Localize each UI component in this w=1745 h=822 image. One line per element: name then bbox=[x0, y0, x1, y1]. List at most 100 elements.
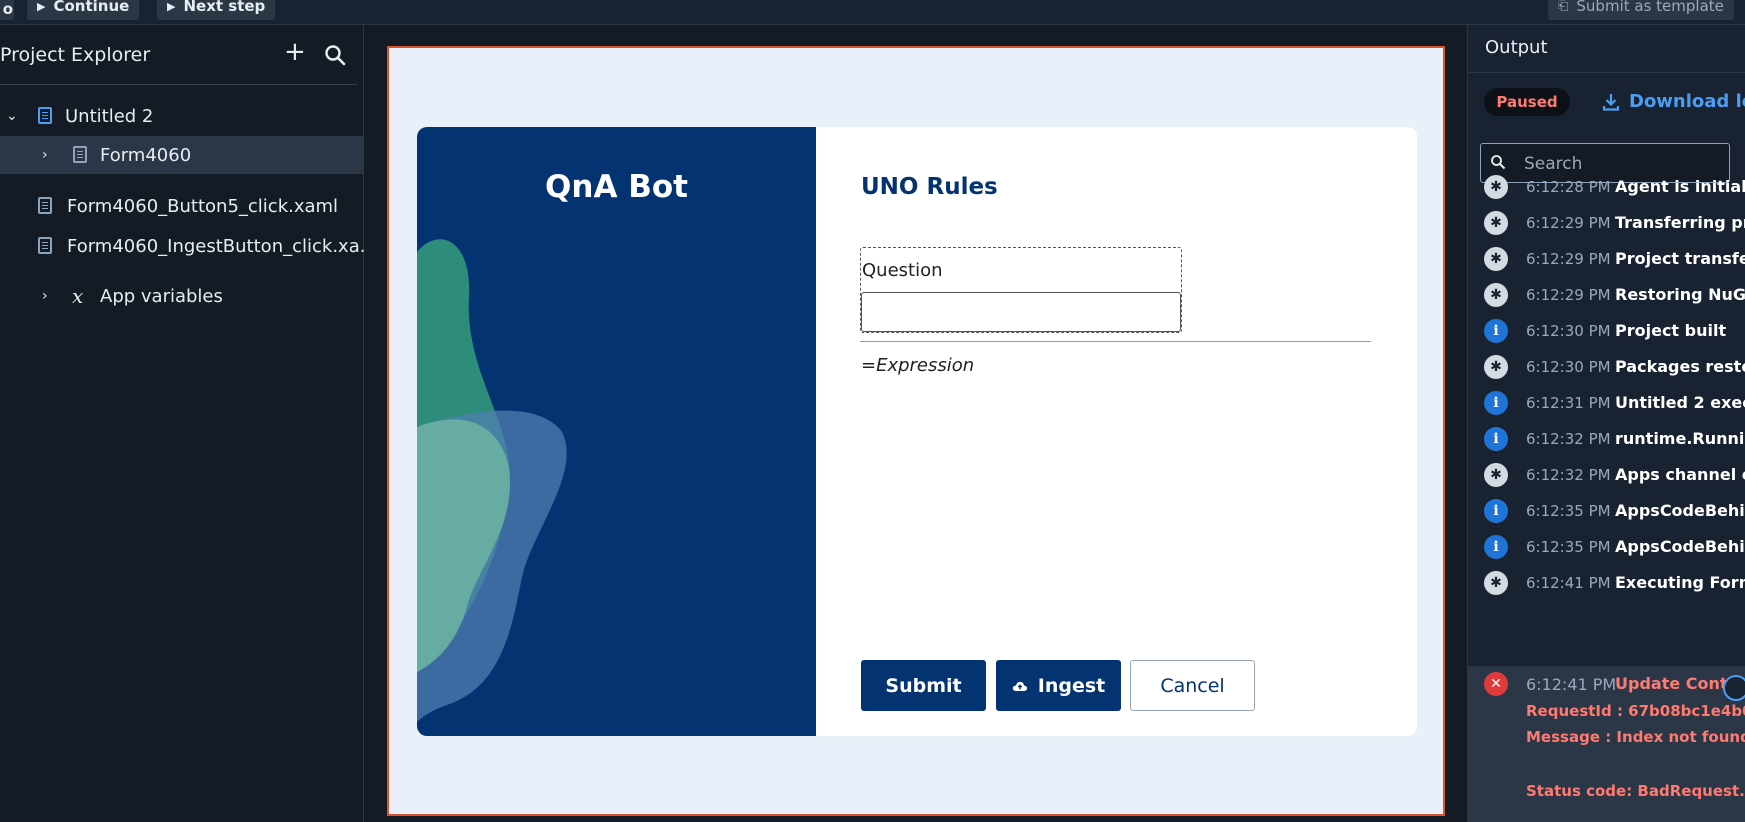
log-entry[interactable]: ✱ 6:12:29 PMTransferring pro... bbox=[1468, 205, 1745, 241]
log-entry[interactable]: ✱ 6:12:28 PMAgent is initializ... bbox=[1468, 169, 1745, 205]
log-entry[interactable]: i 6:12:35 PMAppsCodeBehin... bbox=[1468, 529, 1745, 565]
tree-item-form4060[interactable]: › Form4060 bbox=[0, 136, 364, 174]
explorer-divider bbox=[0, 84, 357, 85]
bug-icon: ✱ bbox=[1484, 463, 1508, 487]
bug-icon: ✱ bbox=[1484, 355, 1508, 379]
log-message: Transferring pro... bbox=[1615, 213, 1745, 232]
tree-item-button5-click[interactable]: Form4060_Button5_click.xaml bbox=[0, 187, 364, 225]
question-field-container[interactable]: Question bbox=[860, 247, 1182, 333]
log-message: Untitled 2 execu... bbox=[1615, 393, 1745, 412]
bug-icon: ✱ bbox=[1484, 211, 1508, 235]
log-entry[interactable]: i 6:12:30 PM Project built bbox=[1468, 313, 1745, 349]
next-step-label: Next step bbox=[183, 0, 266, 15]
log-time: 6:12:29 PM bbox=[1526, 250, 1611, 268]
log-entry[interactable]: ✱ 6:12:32 PMApps channel co... bbox=[1468, 457, 1745, 493]
output-divider bbox=[1468, 72, 1745, 73]
output-title: Output bbox=[1485, 37, 1548, 58]
output-panel: Output Paused Download log Search ✱6:12:… bbox=[1467, 25, 1745, 822]
question-input[interactable] bbox=[861, 292, 1181, 332]
form-canvas[interactable]: QnA Bot UNO Rules Question =Expression S… bbox=[387, 46, 1445, 816]
bug-icon: ✱ bbox=[1484, 283, 1508, 307]
log-time: 6:12:32 PM bbox=[1526, 466, 1611, 484]
log-message: Apps channel co... bbox=[1615, 465, 1745, 484]
ingest-button[interactable]: Ingest bbox=[996, 660, 1121, 711]
bug-icon: ✱ bbox=[1484, 247, 1508, 271]
toolbar-prev-button[interactable]: o bbox=[0, 0, 14, 20]
xaml-file-icon bbox=[38, 237, 52, 254]
log-entry[interactable]: i 6:12:32 PMruntime.Runnin... bbox=[1468, 421, 1745, 457]
search-icon[interactable] bbox=[324, 44, 346, 66]
designer-area: QnA Bot UNO Rules Question =Expression S… bbox=[365, 25, 1467, 822]
continue-label: Continue bbox=[53, 0, 130, 15]
submit-label: Submit bbox=[885, 674, 962, 697]
log-message: Agent is initializ... bbox=[1615, 177, 1745, 196]
expression-text: =Expression bbox=[861, 355, 975, 376]
log-time: 6:12:32 PM bbox=[1526, 430, 1611, 448]
continue-button[interactable]: ▶ Continue bbox=[27, 0, 140, 20]
cancel-button[interactable]: Cancel bbox=[1130, 660, 1255, 711]
xaml-file-icon bbox=[38, 197, 52, 214]
chevron-down-icon[interactable]: ⌄ bbox=[6, 108, 18, 124]
top-toolbar: o ▶ Continue ▶ Next step ⎗ Submit as tem… bbox=[0, 0, 1745, 25]
log-time: 6:12:30 PM bbox=[1526, 358, 1611, 376]
variable-icon: 𝑥 bbox=[72, 284, 84, 308]
log-message: AppsCodeBehin... bbox=[1615, 537, 1745, 556]
chevron-right-icon[interactable]: › bbox=[42, 288, 48, 304]
log-time: 6:12:30 PM bbox=[1526, 322, 1611, 340]
error-request-id: RequestId : 67b08bc1e4b00... bbox=[1526, 702, 1745, 720]
log-message: Executing Form... bbox=[1615, 573, 1745, 592]
info-icon: i bbox=[1484, 319, 1508, 343]
ingest-label: Ingest bbox=[1037, 674, 1106, 697]
chevron-right-icon[interactable]: › bbox=[42, 147, 48, 163]
info-icon: i bbox=[1484, 499, 1508, 523]
copy-icon[interactable] bbox=[1723, 675, 1745, 701]
info-icon: i bbox=[1484, 391, 1508, 415]
submit-template-label: Submit as template bbox=[1576, 0, 1724, 15]
question-label: Question bbox=[862, 260, 943, 281]
log-entry[interactable]: ✱ 6:12:41 PMExecuting Form... bbox=[1468, 565, 1745, 601]
log-message: Restoring NuGe... bbox=[1615, 285, 1745, 304]
tree-item-app-variables[interactable]: › 𝑥 App variables bbox=[0, 277, 364, 315]
log-message: Project transfer... bbox=[1615, 249, 1745, 268]
form-card: QnA Bot UNO Rules Question =Expression S… bbox=[417, 127, 1417, 736]
bug-icon: ✱ bbox=[1484, 571, 1508, 595]
bot-title: QnA Bot bbox=[545, 169, 688, 205]
tree-item-label: Form4060_IngestButton_click.xa... bbox=[67, 235, 377, 257]
log-entry[interactable]: ✱ 6:12:30 PMPackages restor... bbox=[1468, 349, 1745, 385]
submit-button[interactable]: Submit bbox=[861, 660, 986, 711]
download-log-label: Download log bbox=[1629, 91, 1745, 112]
error-status: Status code: BadRequest. Er... bbox=[1526, 782, 1745, 800]
log-time: 6:12:28 PM bbox=[1526, 178, 1611, 196]
log-entry[interactable]: ✱ 6:12:29 PMRestoring NuGe... bbox=[1468, 277, 1745, 313]
download-log-button[interactable]: Download log bbox=[1603, 91, 1745, 112]
template-icon: ⎗ bbox=[1558, 0, 1569, 14]
tree-item-ingestbutton-click[interactable]: Form4060_IngestButton_click.xa... bbox=[0, 227, 377, 265]
error-icon: ✕ bbox=[1484, 672, 1508, 696]
log-entry[interactable]: i 6:12:35 PMAppsCodeBehin... bbox=[1468, 493, 1745, 529]
info-icon: i bbox=[1484, 535, 1508, 559]
log-entry[interactable]: i 6:12:31 PMUntitled 2 execu... bbox=[1468, 385, 1745, 421]
tree-item-label: Form4060 bbox=[100, 144, 192, 166]
project-file-icon bbox=[38, 107, 52, 124]
log-entry[interactable]: ✱ 6:12:29 PMProject transfer... bbox=[1468, 241, 1745, 277]
decorative-shapes bbox=[417, 239, 567, 722]
cloud-upload-icon bbox=[1012, 681, 1027, 691]
form-divider bbox=[860, 341, 1371, 342]
log-message: Packages restor... bbox=[1615, 357, 1745, 376]
log-time: 6:12:29 PM bbox=[1526, 214, 1611, 232]
toolbar-prev-label: o bbox=[2, 0, 13, 18]
play-icon: ▶ bbox=[37, 0, 46, 13]
cancel-label: Cancel bbox=[1160, 674, 1225, 697]
error-log-entry[interactable]: ✕ 6:12:41 PM Update Conte... RequestId :… bbox=[1468, 666, 1745, 822]
next-step-button[interactable]: ▶ Next step bbox=[157, 0, 276, 20]
add-icon[interactable]: + bbox=[284, 39, 306, 65]
tree-item-untitled-2[interactable]: ⌄ Untitled 2 bbox=[0, 97, 364, 135]
tree-item-label: App variables bbox=[100, 285, 223, 307]
log-time: 6:12:41 PM bbox=[1526, 675, 1617, 694]
submit-as-template-button[interactable]: ⎗ Submit as template bbox=[1548, 0, 1734, 20]
tree-item-label: Form4060_Button5_click.xaml bbox=[67, 195, 339, 217]
search-icon bbox=[1491, 155, 1506, 170]
log-message: Project built bbox=[1615, 321, 1727, 340]
log-time: 6:12:31 PM bbox=[1526, 394, 1611, 412]
log-time: 6:12:35 PM bbox=[1526, 538, 1611, 556]
